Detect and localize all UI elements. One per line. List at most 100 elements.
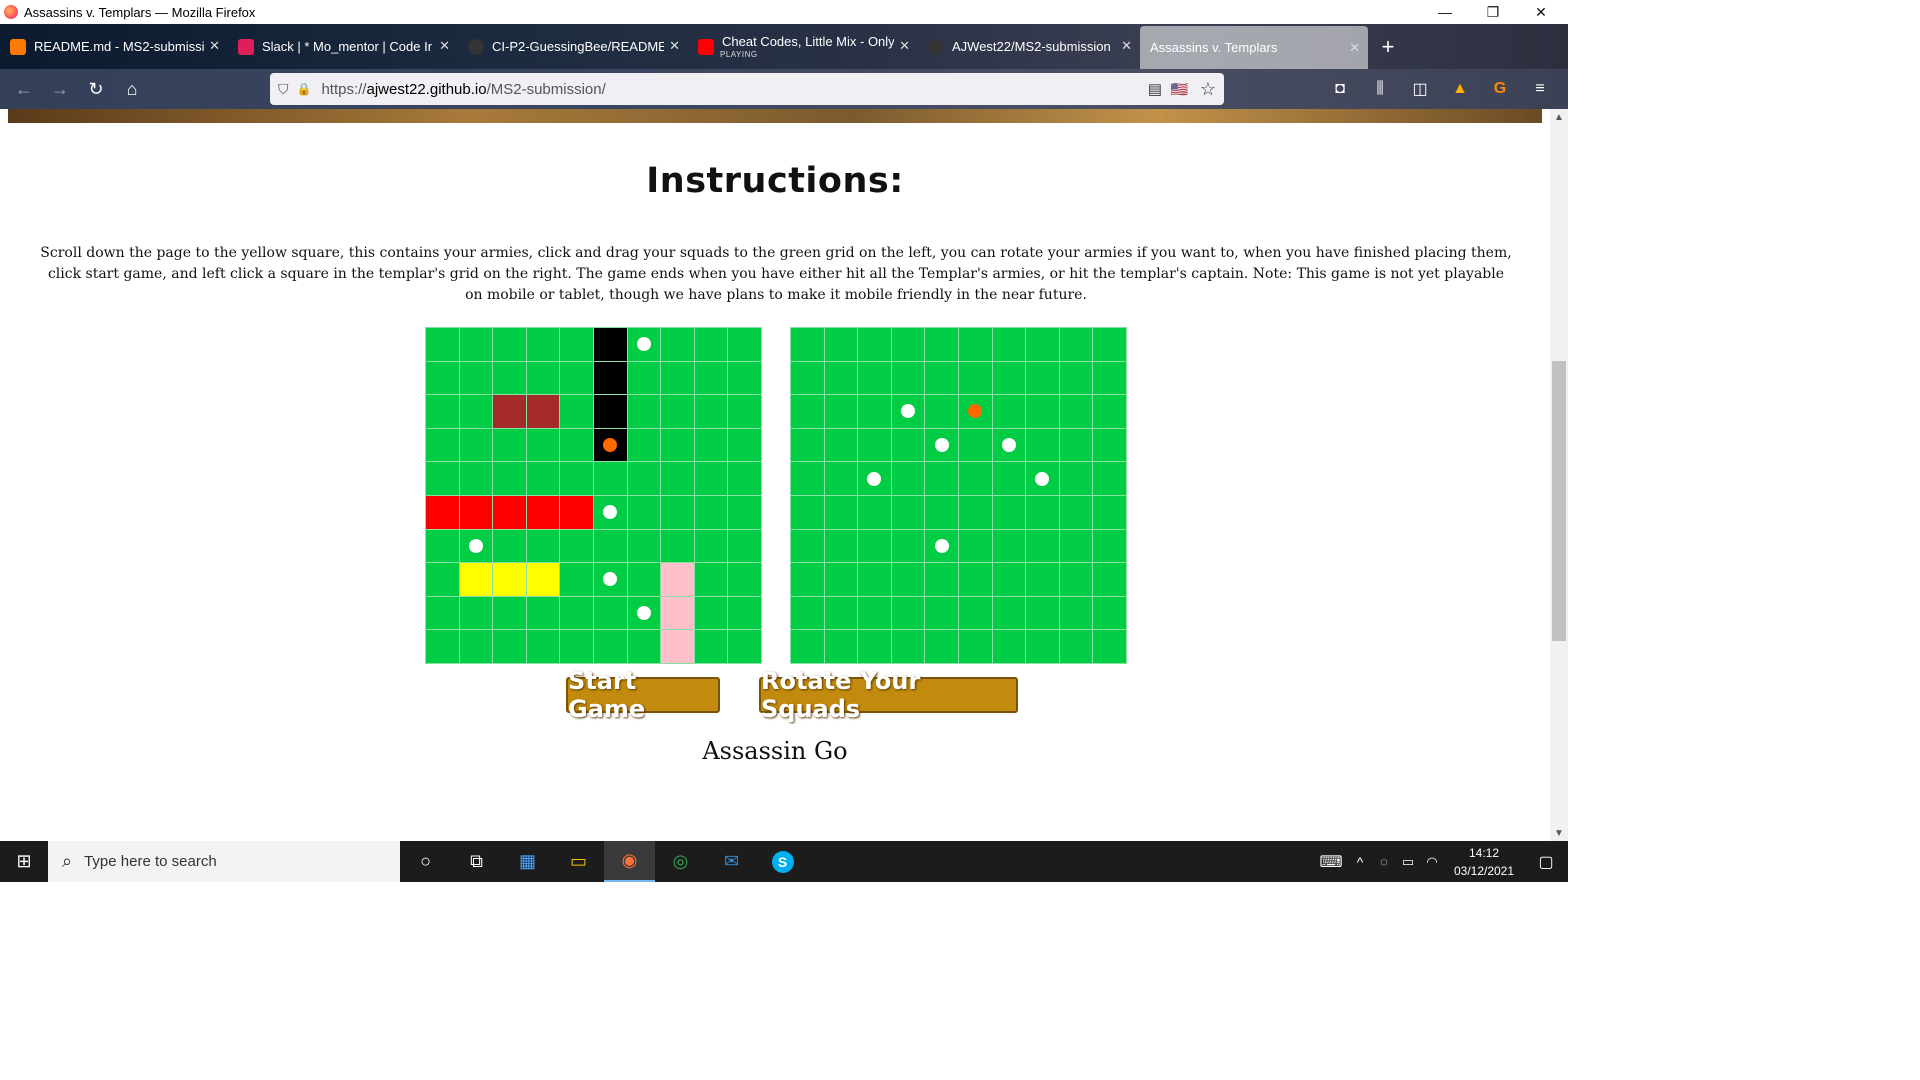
network-icon[interactable]: ◌ bbox=[1372, 854, 1396, 869]
grid-cell[interactable] bbox=[526, 395, 561, 429]
grid-cell[interactable] bbox=[824, 563, 859, 597]
grid-cell[interactable] bbox=[526, 361, 561, 396]
grid-cell[interactable] bbox=[791, 328, 825, 362]
grid-cell[interactable] bbox=[1026, 495, 1060, 530]
grid-cell[interactable] bbox=[493, 596, 527, 631]
grid-cell[interactable] bbox=[992, 395, 1027, 429]
tab-github-repo[interactable]: AJWest22/MS2-submission ✕ bbox=[918, 24, 1140, 69]
grid-cell[interactable] bbox=[958, 630, 993, 664]
tab-close-icon[interactable]: ✕ bbox=[899, 38, 910, 54]
grid-cell[interactable] bbox=[661, 563, 695, 597]
grid-cell[interactable] bbox=[526, 328, 561, 362]
grid-cell[interactable] bbox=[992, 596, 1027, 631]
grid-cell[interactable] bbox=[992, 361, 1027, 396]
grid-cell[interactable] bbox=[661, 361, 695, 396]
grid-cell[interactable] bbox=[992, 529, 1027, 564]
pocket-icon[interactable]: ◘ bbox=[1322, 73, 1358, 105]
rotate-squads-button[interactable]: Rotate Your Squads bbox=[759, 667, 1018, 723]
grid-cell[interactable] bbox=[459, 529, 494, 564]
grid-cell[interactable] bbox=[858, 361, 892, 396]
grid-cell[interactable] bbox=[858, 563, 892, 597]
grid-cell[interactable] bbox=[1093, 328, 1127, 362]
grid-cell[interactable] bbox=[728, 395, 762, 429]
grid-cell[interactable] bbox=[459, 596, 494, 631]
grid-cell[interactable] bbox=[791, 361, 825, 396]
grid-cell[interactable] bbox=[459, 495, 494, 530]
notifications-icon[interactable]: ▢ bbox=[1524, 852, 1568, 872]
grid-cell[interactable] bbox=[958, 462, 993, 496]
grid-cell[interactable] bbox=[925, 361, 959, 396]
grid-cell[interactable] bbox=[661, 495, 695, 530]
grid-cell[interactable] bbox=[1093, 428, 1127, 463]
new-tab-button[interactable]: + bbox=[1368, 24, 1408, 69]
grid-cell[interactable] bbox=[560, 428, 594, 463]
grid-cell[interactable] bbox=[791, 428, 825, 463]
grid-cell[interactable] bbox=[694, 596, 729, 631]
windows-start-icon[interactable]: ⊞ bbox=[0, 841, 48, 882]
wifi-icon[interactable]: ◠ bbox=[1420, 854, 1444, 870]
grid-cell[interactable] bbox=[1026, 596, 1060, 631]
grid-cell[interactable] bbox=[493, 529, 527, 564]
grid-cell[interactable] bbox=[593, 328, 628, 362]
grid-cell[interactable] bbox=[593, 596, 628, 631]
grid-cell[interactable] bbox=[426, 328, 460, 362]
grid-cell[interactable] bbox=[1093, 495, 1127, 530]
grid-cell[interactable] bbox=[459, 361, 494, 396]
grid-cell[interactable] bbox=[560, 361, 594, 396]
store-icon[interactable]: ▦ bbox=[502, 841, 553, 882]
grid-cell[interactable] bbox=[858, 428, 892, 463]
grid-cell[interactable] bbox=[824, 361, 859, 396]
grid-cell[interactable] bbox=[526, 462, 561, 496]
grid-cell[interactable] bbox=[958, 563, 993, 597]
grid-cell[interactable] bbox=[426, 529, 460, 564]
grid-cell[interactable] bbox=[694, 395, 729, 429]
grid-cell[interactable] bbox=[1059, 361, 1094, 396]
grid-cell[interactable] bbox=[459, 428, 494, 463]
clock[interactable]: 14:12 03/12/2021 bbox=[1444, 844, 1524, 880]
grid-cell[interactable] bbox=[526, 529, 561, 564]
tab-slack[interactable]: Slack | * Mo_mentor | Code Insti ✕ bbox=[228, 24, 458, 69]
grid-cell[interactable] bbox=[493, 361, 527, 396]
grid-cell[interactable] bbox=[958, 361, 993, 396]
grid-cell[interactable] bbox=[426, 495, 460, 530]
grid-cell[interactable] bbox=[493, 495, 527, 530]
grid-cell[interactable] bbox=[1026, 395, 1060, 429]
tab-close-icon[interactable]: ✕ bbox=[439, 38, 450, 54]
grid-cell[interactable] bbox=[493, 395, 527, 429]
tab-assassins[interactable]: Assassins v. Templars ✕ bbox=[1140, 26, 1368, 69]
grid-cell[interactable] bbox=[526, 495, 561, 530]
grid-cell[interactable] bbox=[593, 630, 628, 664]
grid-cell[interactable] bbox=[493, 563, 527, 597]
grid-cell[interactable] bbox=[560, 596, 594, 631]
grid-cell[interactable] bbox=[426, 428, 460, 463]
grid-cell[interactable] bbox=[728, 462, 762, 496]
grid-cell[interactable] bbox=[728, 428, 762, 463]
task-view-icon[interactable]: ⧉ bbox=[451, 841, 502, 882]
grid-cell[interactable] bbox=[791, 630, 825, 664]
battery-icon[interactable]: ▭ bbox=[1396, 854, 1420, 870]
scroll-thumb[interactable] bbox=[1552, 361, 1566, 641]
grid-cell[interactable] bbox=[925, 529, 959, 564]
grid-cell[interactable] bbox=[992, 563, 1027, 597]
grid-cell[interactable] bbox=[925, 395, 959, 429]
grid-cell[interactable] bbox=[526, 596, 561, 631]
grid-cell[interactable] bbox=[891, 529, 926, 564]
grid-cell[interactable] bbox=[1093, 563, 1127, 597]
grid-cell[interactable] bbox=[661, 529, 695, 564]
grid-cell[interactable] bbox=[459, 630, 494, 664]
grid-cell[interactable] bbox=[1026, 529, 1060, 564]
grid-cell[interactable] bbox=[891, 395, 926, 429]
grid-cell[interactable] bbox=[627, 495, 662, 530]
grid-cell[interactable] bbox=[824, 495, 859, 530]
grid-cell[interactable] bbox=[891, 361, 926, 396]
grid-cell[interactable] bbox=[1026, 361, 1060, 396]
library-icon[interactable]: ⫼ bbox=[1362, 73, 1398, 105]
grid-cell[interactable] bbox=[728, 630, 762, 664]
grid-cell[interactable] bbox=[661, 462, 695, 496]
grid-cell[interactable] bbox=[1093, 361, 1127, 396]
grid-cell[interactable] bbox=[958, 596, 993, 631]
grid-cell[interactable] bbox=[560, 563, 594, 597]
grid-cell[interactable] bbox=[459, 563, 494, 597]
file-explorer-icon[interactable]: ▭ bbox=[553, 841, 604, 882]
grid-cell[interactable] bbox=[992, 428, 1027, 463]
